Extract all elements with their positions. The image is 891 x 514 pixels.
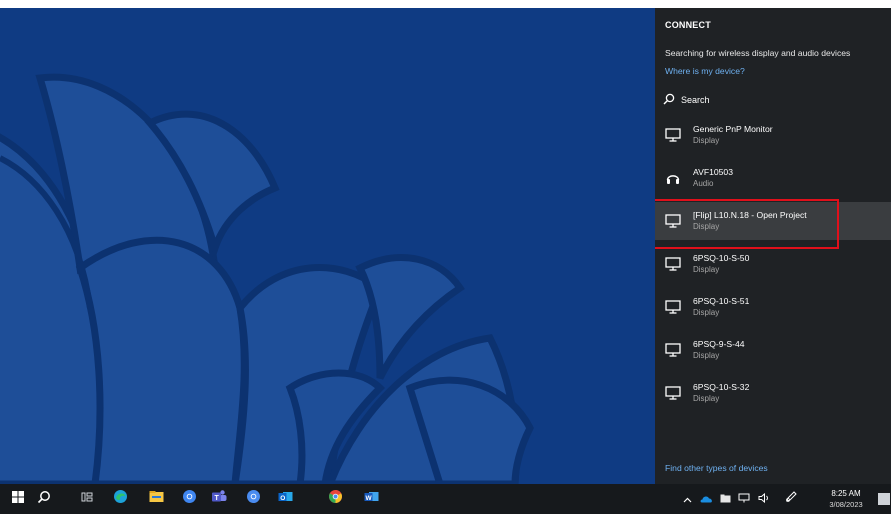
taskbar: T O W 8:25 AM 3/08/2023 <box>0 484 891 514</box>
connect-panel: CONNECT Searching for wireless display a… <box>655 8 891 484</box>
monitor-icon <box>665 256 681 272</box>
device-item[interactable]: 6PSQ-10-S-50 Display <box>655 245 891 283</box>
network-tray-button[interactable] <box>736 484 752 514</box>
chrome-canary-button[interactable] <box>176 484 202 514</box>
volume-tray-button[interactable] <box>756 484 772 514</box>
chrome-canary-icon <box>182 489 197 509</box>
searching-status: Searching for wireless display and audio… <box>665 48 851 58</box>
device-type: Display <box>693 351 720 360</box>
task-view-button[interactable] <box>74 484 100 514</box>
windows-start-button[interactable] <box>5 484 31 514</box>
volume-icon <box>758 490 770 508</box>
svg-text:W: W <box>365 494 372 501</box>
device-name: 6PSQ-10-S-32 <box>693 382 750 392</box>
monitor-icon <box>665 299 681 315</box>
teams-icon: T <box>211 489 227 509</box>
device-item-selected[interactable]: [Flip] L10.N.18 - Open Project Display <box>655 199 891 249</box>
device-type: Audio <box>693 179 714 188</box>
clock-time: 8:25 AM <box>831 489 861 498</box>
edge-button[interactable] <box>107 484 133 514</box>
search-button[interactable]: Search <box>663 92 710 108</box>
panel-title: CONNECT <box>665 20 711 30</box>
device-list: Generic PnP Monitor Display AVF10503 Aud… <box>655 116 891 417</box>
device-item[interactable]: AVF10503 Audio <box>655 159 891 197</box>
chrome-alt-icon <box>328 489 343 509</box>
search-label: Search <box>681 95 710 105</box>
device-type: Display <box>693 394 720 403</box>
word-button[interactable]: W <box>358 484 384 514</box>
svg-text:T: T <box>215 495 220 502</box>
file-explorer-icon <box>149 490 164 508</box>
file-explorer-button[interactable] <box>143 484 169 514</box>
device-item[interactable]: 6PSQ-10-S-32 Display <box>655 374 891 412</box>
where-is-my-device-link[interactable]: Where is my device? <box>665 66 745 76</box>
edge-icon <box>113 489 128 509</box>
taskbar-clock[interactable]: 8:25 AM 3/08/2023 <box>824 488 868 510</box>
device-type: Display <box>693 136 720 145</box>
folder-tray-button[interactable] <box>718 484 732 514</box>
device-type: Display <box>693 308 720 317</box>
device-name: 6PSQ-10-S-51 <box>693 296 750 306</box>
pen-tray-button[interactable] <box>783 484 799 514</box>
chevron-up-icon <box>683 490 692 508</box>
device-name: 6PSQ-9-S-44 <box>693 339 745 349</box>
waratah-wallpaper-art <box>0 73 534 484</box>
chrome-button[interactable] <box>240 484 266 514</box>
show-hidden-icons-button[interactable] <box>680 484 694 514</box>
onedrive-tray-button[interactable] <box>698 484 714 514</box>
device-item[interactable]: 6PSQ-10-S-51 Display <box>655 288 891 326</box>
teams-button[interactable]: T <box>206 484 232 514</box>
device-item[interactable]: Generic PnP Monitor Display <box>655 116 891 154</box>
device-name: AVF10503 <box>693 167 733 177</box>
outlook-icon: O <box>278 490 293 509</box>
windows-start-icon <box>12 490 24 508</box>
svg-text:O: O <box>280 494 285 501</box>
screen: CONNECT Searching for wireless display a… <box>0 0 891 514</box>
search-icon <box>663 93 675 107</box>
device-item[interactable]: 6PSQ-9-S-44 Display <box>655 331 891 369</box>
device-type: Display <box>693 265 720 274</box>
pen-icon <box>785 490 797 508</box>
monitor-icon <box>665 213 681 229</box>
device-name: Generic PnP Monitor <box>693 124 773 134</box>
chrome-alt-button[interactable] <box>322 484 348 514</box>
chrome-icon <box>246 489 261 509</box>
clock-date: 3/08/2023 <box>829 500 863 509</box>
monitor-icon <box>665 385 681 401</box>
task-view-icon <box>81 490 93 508</box>
monitor-icon <box>665 342 681 358</box>
folder-icon <box>720 490 731 508</box>
search-icon <box>37 490 51 509</box>
notification-center-icon[interactable] <box>878 493 890 505</box>
taskbar-search-button[interactable] <box>31 484 57 514</box>
device-name: 6PSQ-10-S-50 <box>693 253 750 263</box>
monitor-icon <box>665 127 681 143</box>
onedrive-icon <box>700 490 713 508</box>
desktop-wallpaper[interactable] <box>0 8 655 484</box>
outlook-button[interactable]: O <box>272 484 298 514</box>
find-other-devices-link[interactable]: Find other types of devices <box>665 463 768 473</box>
device-type: Display <box>693 222 720 231</box>
network-icon <box>738 490 750 508</box>
headphones-icon <box>665 170 681 186</box>
word-icon: W <box>364 490 379 509</box>
device-name: [Flip] L10.N.18 - Open Project <box>693 210 807 220</box>
